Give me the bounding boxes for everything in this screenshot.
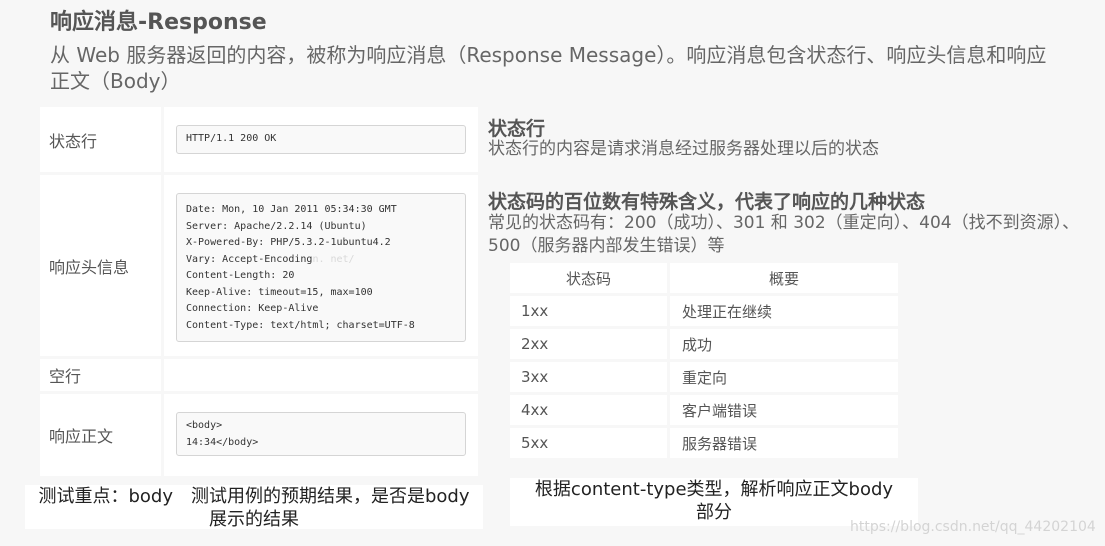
body-cell: <body> 14:34</body> bbox=[164, 394, 478, 476]
table-row: 5xx 服务器错误 bbox=[510, 428, 898, 458]
test-focus-note: 测试重点：body 测试用例的预期结果，是否是body展示的结果 bbox=[25, 485, 483, 530]
page-title: 响应消息-Response bbox=[50, 10, 267, 35]
status-code-cell: 1xx bbox=[510, 296, 667, 326]
table-row: 3xx 重定向 bbox=[510, 362, 898, 392]
status-line-heading: 状态行 bbox=[488, 118, 546, 140]
status-line-code: HTTP/1.1 200 OK bbox=[176, 125, 466, 154]
watermark-fragment: n. net/ bbox=[312, 253, 355, 265]
summary-cell: 重定向 bbox=[670, 362, 898, 392]
header-line: X-Powered-By: PHP/5.3.2-1ubuntu4.2 bbox=[186, 237, 391, 248]
body-code: <body> 14:34</body> bbox=[176, 412, 466, 456]
status-code-cell: 3xx bbox=[510, 362, 667, 392]
status-line-cell: HTTP/1.1 200 OK bbox=[164, 107, 478, 172]
summary-cell: 客户端错误 bbox=[670, 395, 898, 425]
column-header: 概要 bbox=[670, 263, 898, 293]
header-line: Date: Mon, 10 Jan 2011 05:34:30 GMT bbox=[186, 204, 397, 215]
blog-watermark: https://blog.csdn.net/qq_44202104 bbox=[850, 519, 1096, 535]
header-line: Content-Type: text/html; charset=UTF-8 bbox=[186, 319, 415, 331]
body-line: 14:34</body> bbox=[186, 436, 259, 448]
table-row: 4xx 客户端错误 bbox=[510, 395, 898, 425]
headers-label: 响应头信息 bbox=[40, 175, 161, 356]
status-code-heading: 状态码的百位数有特殊含义，代表了响应的几种状态 bbox=[488, 191, 926, 213]
body-line: <body> bbox=[186, 420, 223, 431]
table-row: 1xx 处理正在继续 bbox=[510, 296, 898, 326]
header-line: Server: Apache/2.2.14 (Ubuntu) bbox=[186, 220, 367, 232]
header-line: Keep-Alive: timeout=15, max=100 bbox=[186, 286, 373, 298]
blank-line-cell bbox=[164, 359, 478, 391]
headers-code: Date: Mon, 10 Jan 2011 05:34:30 GMT Serve… bbox=[176, 193, 466, 342]
table-row: 2xx 成功 bbox=[510, 329, 898, 359]
column-header: 状态码 bbox=[510, 263, 667, 293]
header-line: Vary: Accept-Encodingn. net/ bbox=[186, 253, 355, 265]
header-line: Content-Length: 20 bbox=[186, 270, 295, 281]
summary-cell: 成功 bbox=[670, 329, 898, 359]
summary-cell: 服务器错误 bbox=[670, 428, 898, 458]
blank-line-label: 空行 bbox=[40, 359, 161, 391]
status-code-cell: 2xx bbox=[510, 329, 667, 359]
status-code-cell: 5xx bbox=[510, 428, 667, 458]
status-line-label: 状态行 bbox=[40, 107, 161, 172]
table-header-row: 状态码 概要 bbox=[510, 263, 898, 293]
status-code-cell: 4xx bbox=[510, 395, 667, 425]
summary-cell: 处理正在继续 bbox=[670, 296, 898, 326]
status-code-text: 常见的状态码有：200（成功）、301 和 302（重定向）、404（找不到资源… bbox=[488, 213, 1080, 256]
status-line-text: 状态行的内容是请求消息经过服务器处理以后的状态 bbox=[488, 139, 879, 159]
headers-cell: Date: Mon, 10 Jan 2011 05:34:30 GMT Serve… bbox=[164, 175, 478, 356]
body-label: 响应正文 bbox=[40, 394, 161, 476]
header-line: Connection: Keep-Alive bbox=[186, 303, 319, 314]
intro-paragraph: 从 Web 服务器返回的内容，被称为响应消息（Response Message）… bbox=[50, 43, 1047, 93]
response-structure-table: 状态行 HTTP/1.1 200 OK 响应头信息 Date: Mon, 10 … bbox=[40, 107, 478, 476]
